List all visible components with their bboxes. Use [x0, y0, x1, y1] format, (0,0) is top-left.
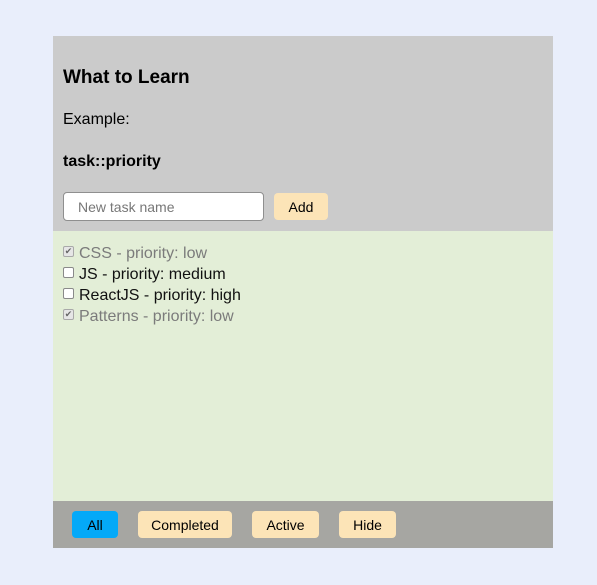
- filter-bar: All Completed Active Hide: [53, 501, 553, 548]
- task-label: JS - priority: medium: [79, 265, 226, 283]
- todo-header: What to Learn Example: task::priority Ad…: [53, 36, 553, 231]
- task-label: Patterns - priority: low: [79, 307, 234, 325]
- task-checkbox[interactable]: ✔: [63, 309, 74, 320]
- todo-app: What to Learn Example: task::priority Ad…: [53, 36, 553, 548]
- filter-all-button[interactable]: All: [72, 511, 118, 538]
- task-checkbox[interactable]: [63, 288, 74, 299]
- task-list-area: ✔ CSS - priority: low JS - priority: med…: [53, 231, 553, 501]
- new-task-input[interactable]: [63, 192, 264, 221]
- task-list: ✔ CSS - priority: low JS - priority: med…: [63, 243, 543, 327]
- page-title: What to Learn: [63, 67, 190, 88]
- task-checkbox[interactable]: ✔: [63, 246, 74, 257]
- add-button[interactable]: Add: [274, 193, 328, 220]
- task-item: ✔ CSS - priority: low: [63, 243, 543, 264]
- task-item: ReactJS - priority: high: [63, 285, 543, 306]
- example-label: Example:: [63, 111, 130, 128]
- format-hint: task::priority: [63, 153, 161, 170]
- hide-button[interactable]: Hide: [339, 511, 396, 538]
- task-item: ✔ Patterns - priority: low: [63, 306, 543, 327]
- task-checkbox[interactable]: [63, 267, 74, 278]
- task-item: JS - priority: medium: [63, 264, 543, 285]
- filter-active-button[interactable]: Active: [252, 511, 319, 538]
- task-label: ReactJS - priority: high: [79, 286, 241, 304]
- checkmark-icon: ✔: [64, 309, 73, 319]
- filter-completed-button[interactable]: Completed: [138, 511, 232, 538]
- checkmark-icon: ✔: [64, 246, 73, 256]
- task-label: CSS - priority: low: [79, 244, 208, 262]
